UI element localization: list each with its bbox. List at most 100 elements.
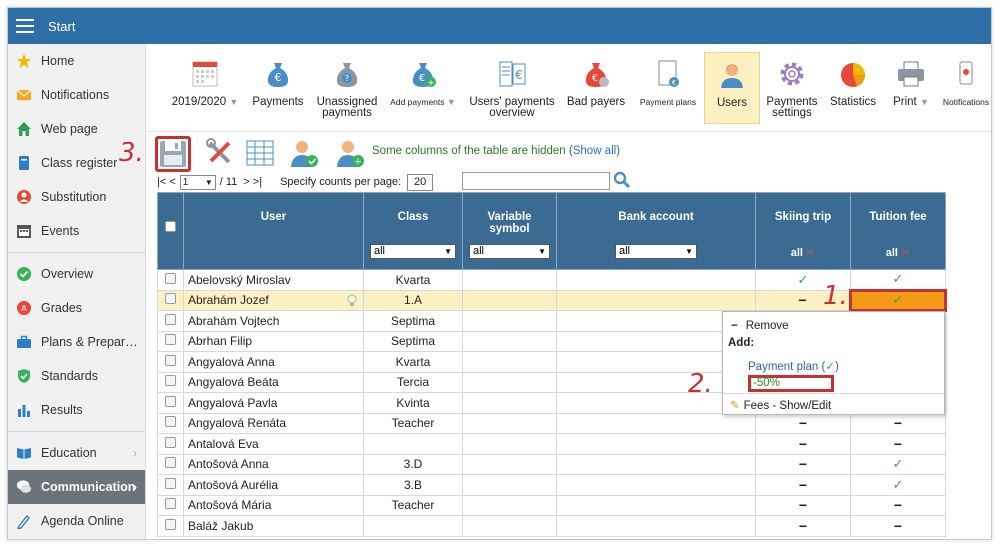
user-check-icon[interactable] [289, 138, 319, 168]
user-name-cell[interactable]: Abrahám Vojtech [183, 310, 364, 332]
row-checkbox[interactable] [165, 334, 176, 346]
column-header-skiing-trip[interactable]: Skiing trip all ✂ [755, 192, 851, 270]
payment-plan-menu-item[interactable]: Payment plan (✓) [748, 359, 944, 373]
row-checkbox[interactable] [165, 313, 176, 325]
skiing-trip-cell[interactable]: − [755, 515, 851, 537]
counts-per-page-input[interactable]: 20 [407, 173, 434, 191]
bank-account-cell[interactable] [556, 453, 756, 475]
row-checkbox[interactable] [165, 518, 176, 530]
save-button[interactable] [155, 136, 191, 172]
add-payments-button[interactable]: € + Add payments ▼ [387, 52, 459, 124]
row-checkbox[interactable] [165, 293, 176, 305]
table-row[interactable]: Angyalová Renáta Teacher − − [157, 412, 946, 434]
sidebar-item-results[interactable]: Results [8, 393, 145, 427]
row-checkbox[interactable] [165, 375, 176, 387]
notifications-button[interactable]: Notifications [941, 52, 991, 124]
user-name-cell[interactable]: Abrahám Jozef [183, 289, 364, 311]
menu-icon[interactable] [16, 19, 34, 33]
first-prev-page-button[interactable]: |< < [157, 176, 176, 188]
sidebar-item-plans[interactable]: Plans & Prepar… [8, 325, 145, 359]
row-checkbox[interactable] [165, 477, 176, 489]
bank-account-cell[interactable] [556, 289, 756, 311]
sidebar-item-substitution[interactable]: Substitution [8, 180, 145, 214]
unassigned-payments-button[interactable]: ? Unassigned payments [313, 52, 381, 124]
users-payments-overview-button[interactable]: € Users' payments overview [465, 52, 559, 124]
tools-icon[interactable] [205, 138, 235, 168]
tuition-fee-cell[interactable]: − [850, 433, 946, 455]
sidebar-item-agenda-online[interactable]: Agenda Online [8, 504, 145, 538]
tuition-fee-cell[interactable]: ✓ [849, 288, 947, 312]
table-row[interactable]: Baláž Jakub − − [157, 515, 946, 537]
show-all-link[interactable]: Show all [573, 145, 616, 157]
user-name-cell[interactable]: Angyalová Pavla [183, 392, 364, 414]
table-row[interactable]: Antošová Mária Teacher − − [157, 494, 946, 516]
page-select[interactable]: 1 ▼ [179, 174, 216, 190]
search-icon[interactable] [613, 171, 631, 189]
table-row[interactable]: Antošová Aurélia 3.B − ✓ [157, 474, 946, 496]
add-user-icon[interactable]: + [335, 138, 365, 168]
skiing-trip-cell[interactable]: − [755, 453, 851, 475]
tuition-fee-cell[interactable]: − [850, 494, 946, 516]
variable-symbol-cell[interactable] [462, 412, 557, 434]
row-checkbox[interactable] [165, 395, 176, 407]
sidebar-item-standards[interactable]: Standards [8, 359, 145, 393]
sidebar-item-events[interactable]: Events [8, 214, 145, 248]
user-name-cell[interactable]: Antošová Aurélia [183, 474, 364, 496]
variable-symbol-cell[interactable] [462, 371, 557, 393]
table-row[interactable]: Antalová Eva − − [157, 433, 946, 455]
sidebar-item-education[interactable]: Education › [8, 436, 145, 470]
lightbulb-icon[interactable] [347, 294, 357, 308]
user-name-cell[interactable]: Abrhan Filip [183, 330, 364, 352]
bank-account-cell[interactable] [556, 412, 756, 434]
variable-symbol-cell[interactable] [462, 515, 557, 537]
variable-symbol-cell[interactable] [462, 474, 557, 496]
bank-account-filter-select[interactable]: all [615, 244, 697, 259]
payments-settings-button[interactable]: Payments settings [763, 52, 821, 124]
tuition-fee-cell[interactable]: − [850, 515, 946, 537]
sidebar-item-grades[interactable]: A Grades [8, 291, 145, 325]
sidebar-item-notifications[interactable]: Notifications [8, 78, 145, 112]
tuition-fee-cell[interactable]: ✓ [850, 474, 946, 496]
row-checkbox[interactable] [165, 498, 176, 510]
payment-plans-button[interactable]: € Payment plans [635, 52, 701, 124]
sidebar-item-overview[interactable]: Overview [8, 257, 145, 291]
row-checkbox[interactable] [165, 416, 176, 428]
table-row[interactable]: Antošová Anna 3.D − ✓ [157, 453, 946, 475]
row-checkbox[interactable] [165, 457, 176, 469]
user-name-cell[interactable]: Angyalová Renáta [183, 412, 364, 434]
tuition-fee-cell[interactable]: ✓ [850, 453, 946, 475]
column-header-user[interactable]: User [183, 192, 364, 270]
skiing-trip-filter[interactable]: all [791, 247, 803, 259]
bank-account-cell[interactable] [556, 515, 756, 537]
users-button[interactable]: Users [704, 52, 760, 124]
column-header-variable-symbol[interactable]: Variable symbol all [462, 192, 557, 270]
row-checkbox[interactable] [165, 354, 176, 366]
school-year-selector[interactable]: 2019/2020 ▼ [165, 52, 245, 124]
select-all-checkbox[interactable] [165, 221, 176, 232]
row-checkbox[interactable] [165, 436, 176, 448]
variable-symbol-filter-select[interactable]: all [469, 244, 550, 259]
skiing-trip-cell[interactable]: − [755, 412, 851, 434]
fees-show-edit-menu-item[interactable]: ✎ Fees - Show/Edit [730, 398, 944, 412]
user-name-cell[interactable]: Abelovský Miroslav [183, 269, 364, 291]
user-name-cell[interactable]: Angyalová Beáta [183, 371, 364, 393]
variable-symbol-cell[interactable] [462, 289, 557, 311]
remove-menu-item[interactable]: − Remove [731, 320, 944, 332]
variable-symbol-cell[interactable] [462, 269, 557, 291]
sidebar-item-home[interactable]: Home [8, 44, 145, 78]
tuition-fee-filter[interactable]: all [886, 247, 898, 259]
top-bar-title[interactable]: Start [48, 19, 75, 34]
row-checkbox[interactable] [165, 272, 176, 284]
class-filter-select[interactable]: all [370, 244, 456, 259]
user-name-cell[interactable]: Antošová Anna [183, 453, 364, 475]
skiing-trip-cell[interactable]: − [755, 433, 851, 455]
sidebar-item-communication[interactable]: Communication › [8, 470, 145, 504]
tuition-fee-cell[interactable]: ✓ [850, 269, 946, 291]
variable-symbol-cell[interactable] [462, 351, 557, 373]
discount-50-menu-item[interactable]: -50% [748, 375, 834, 392]
skiing-trip-cell[interactable]: − [755, 494, 851, 516]
bank-account-cell[interactable] [556, 269, 756, 291]
statistics-button[interactable]: Statistics [825, 52, 881, 124]
variable-symbol-cell[interactable] [462, 330, 557, 352]
user-name-cell[interactable]: Baláž Jakub [183, 515, 364, 537]
